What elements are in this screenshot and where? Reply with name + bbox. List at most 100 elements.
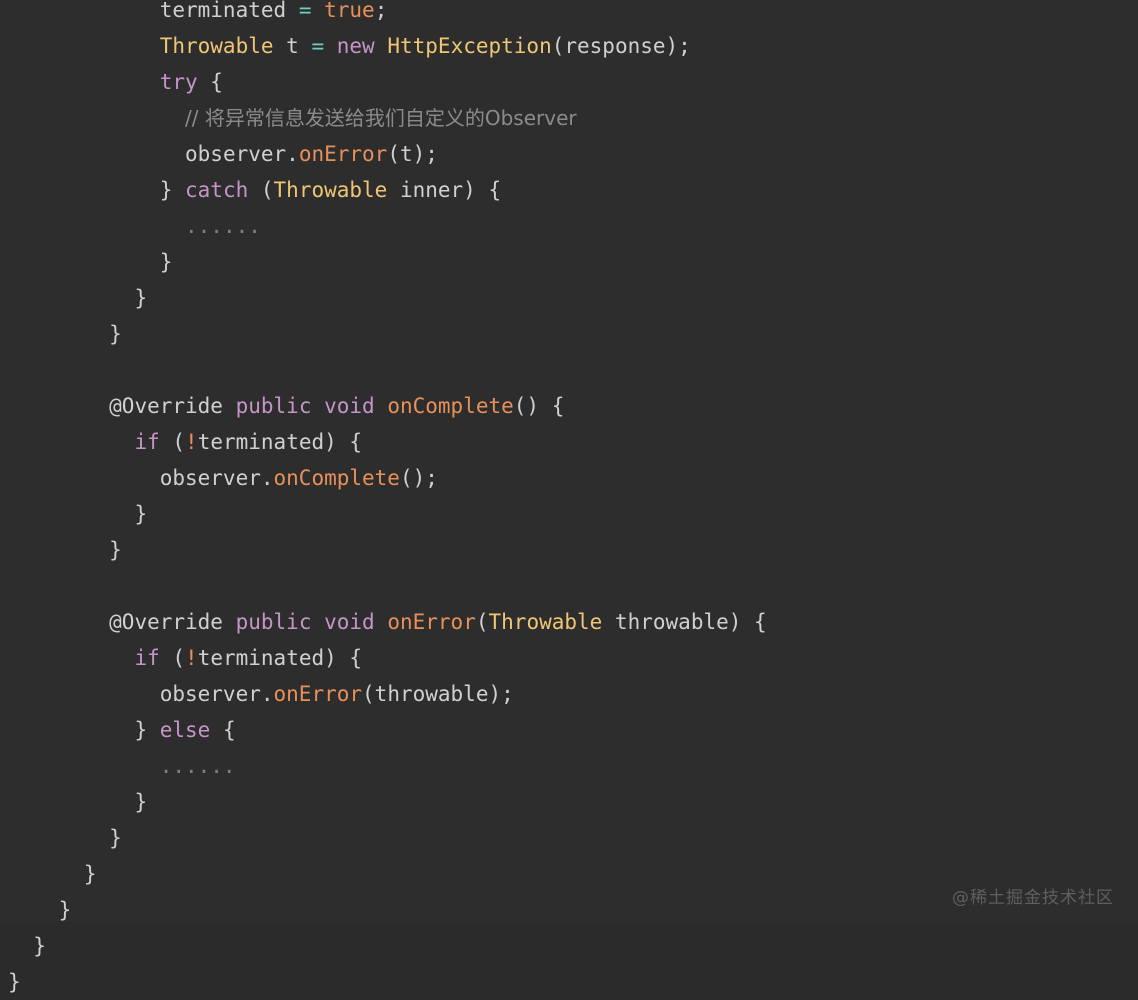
code-token-plain: } [159, 178, 186, 202]
code-token-plain: throwable) { [602, 610, 767, 634]
code-line[interactable]: ...... [0, 748, 1138, 784]
code-token-comment: // 将异常信息发送给我们自定义的Observer [185, 106, 577, 130]
code-token-keyword: else [159, 718, 211, 742]
code-token-plain: (throwable); [362, 682, 514, 706]
code-token-plain: } [109, 322, 122, 346]
code-token-plain: } [58, 898, 72, 922]
code-line[interactable]: } [0, 820, 1138, 856]
code-block[interactable]: terminated = true; Throwable t = new Htt… [0, 0, 1138, 1000]
code-token-constant: ! [185, 646, 198, 670]
code-line[interactable]: } [0, 496, 1138, 532]
code-token-ellipsis: ...... [159, 754, 236, 778]
code-token-operator: = [298, 0, 312, 22]
code-screenshot-surface: terminated = true; Throwable t = new Htt… [0, 0, 1138, 994]
code-line[interactable] [0, 352, 1138, 388]
code-line[interactable]: try { [0, 64, 1138, 100]
code-token-plain: } [33, 934, 46, 958]
code-line[interactable] [0, 568, 1138, 604]
code-token-operator: = [311, 34, 325, 58]
code-line[interactable]: if (!terminated) { [0, 424, 1138, 460]
code-token-type: Throwable [488, 610, 603, 634]
code-line[interactable]: @Override public void onError(Throwable … [0, 604, 1138, 640]
code-token-keyword: public void [235, 394, 375, 418]
code-token-plain: inner) { [387, 178, 502, 202]
code-token-plain: (t); [387, 142, 438, 166]
code-token-plain: } [134, 790, 148, 814]
code-token-plain: (); [399, 466, 438, 490]
code-token-plain: observer. [159, 466, 274, 490]
code-token-keyword: if [134, 646, 160, 670]
code-token-plain: ( [475, 610, 489, 634]
code-line[interactable]: } [0, 280, 1138, 316]
code-token-plain: ( [248, 178, 274, 202]
code-token-annot: @Override [109, 610, 223, 634]
code-line[interactable]: // 将异常信息发送给我们自定义的Observer [0, 100, 1138, 136]
code-token-plain: { [210, 718, 236, 742]
code-token-plain: } [83, 862, 97, 886]
code-line[interactable]: } [0, 316, 1138, 352]
code-line[interactable]: } [0, 244, 1138, 280]
code-line[interactable]: } else { [0, 712, 1138, 748]
code-line[interactable]: ...... [0, 208, 1138, 244]
code-line[interactable]: @Override public void onComplete() { [0, 388, 1138, 424]
code-token-plain: } [134, 718, 160, 742]
code-token-keyword: try [159, 70, 198, 94]
code-line[interactable]: observer.onComplete(); [0, 460, 1138, 496]
code-line[interactable]: observer.onError(t); [0, 136, 1138, 172]
code-line[interactable]: } [0, 784, 1138, 820]
code-token-type: Throwable [273, 178, 388, 202]
code-line[interactable]: Throwable t = new HttpException(response… [0, 28, 1138, 64]
code-token-ellipsis: ...... [185, 214, 261, 238]
code-line[interactable]: } [0, 964, 1138, 1000]
code-line[interactable]: } catch (Throwable inner) { [0, 172, 1138, 208]
code-line[interactable]: if (!terminated) { [0, 640, 1138, 676]
code-token-plain: () { [513, 394, 565, 418]
code-token-plain: } [8, 970, 21, 994]
code-token-plain: terminated) { [197, 646, 363, 670]
code-line[interactable]: observer.onError(throwable); [0, 676, 1138, 712]
code-token-function: onError [298, 142, 388, 166]
code-token-plain: observer. [159, 682, 274, 706]
code-token-keyword: new [336, 34, 375, 58]
code-token-plain: { [197, 70, 223, 94]
code-token-plain: terminated) { [197, 430, 363, 454]
code-token-plain: (response); [551, 34, 691, 58]
code-token-plain: } [134, 286, 148, 310]
code-line[interactable]: terminated = true; [0, 0, 1138, 28]
code-token-constant: true [324, 0, 375, 22]
code-line[interactable]: } [0, 928, 1138, 964]
code-line[interactable]: } [0, 532, 1138, 568]
code-token-constant: ! [185, 430, 198, 454]
code-token-type: HttpException [387, 34, 552, 58]
code-token-annot: @Override [109, 394, 223, 418]
code-token-plain: ; [374, 0, 388, 22]
